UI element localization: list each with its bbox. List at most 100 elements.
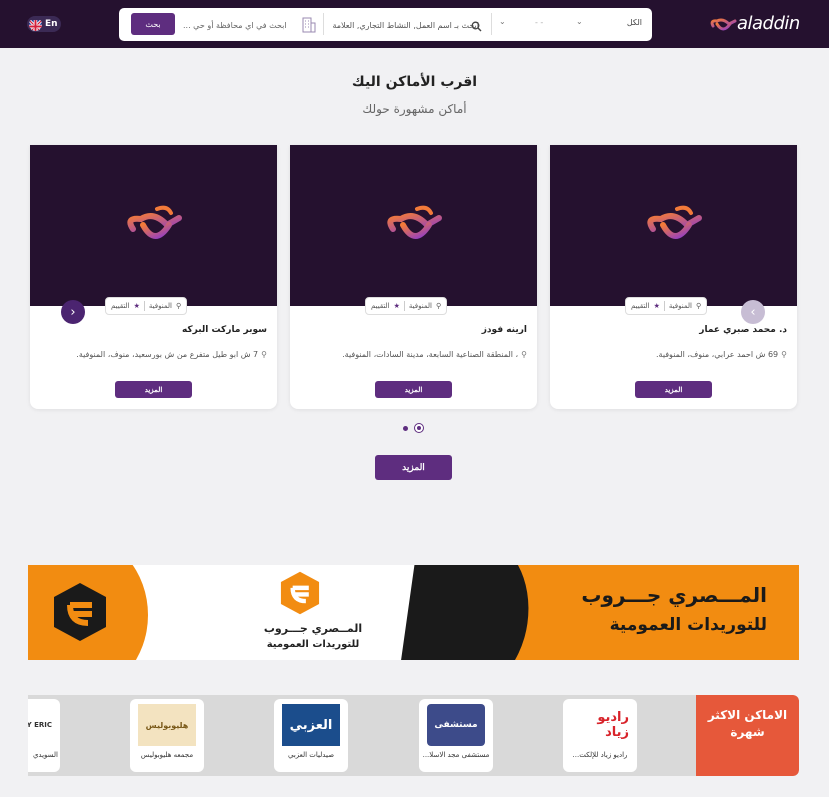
place-image [550, 145, 797, 306]
banner-shape [397, 565, 539, 660]
logo-text: EDY ERIC [28, 721, 52, 729]
card-tags: ⚲ المنوفية ★ التقييم [105, 297, 188, 315]
popular-item[interactable]: هليوبوليس مجمعه هليوبوليس [130, 699, 204, 772]
logo-text: هليوبوليس [145, 720, 189, 730]
address-text: 7 ش ابو طيل متفرع من ش بورسعيد، منوف، ال… [76, 350, 259, 359]
chevron-left-icon: › [70, 304, 76, 320]
region-tag: المنوفية [148, 302, 172, 310]
logo-text: العزبي [289, 717, 333, 733]
divider [143, 301, 145, 311]
place-name[interactable]: سوبر ماركت البركه [182, 325, 267, 335]
brand-name: aladdin [737, 13, 800, 34]
banner-subtitle: للتوريدات العمومية [609, 615, 767, 635]
popular-item-name: مستشفى مجد الاسلا... [422, 751, 490, 759]
more-button[interactable]: المزيد [375, 381, 452, 398]
popular-places-strip: الاماكن الاكثر شهرة راديو زياد راديو زيا… [28, 695, 799, 776]
carousel-dots [403, 423, 424, 433]
advertisement-banner[interactable]: المــصري جـــروب للتوريدات العمومية المـ… [28, 565, 799, 660]
place-card[interactable]: ⚲ المنوفية ★ التقييم ارينه فودز ⚲ ، المن… [290, 145, 537, 409]
popular-item-name: السويدي [32, 751, 58, 759]
section-title: اقرب الأماكن اليك [351, 74, 478, 90]
popular-item[interactable]: مستشفى مستشفى مجد الاسلا... [419, 699, 493, 772]
city-select-value: - - [535, 18, 544, 27]
banner-title: المـــصري جـــروب [581, 583, 767, 607]
more-button[interactable]: المزيد [635, 381, 712, 398]
logo-text: راديو زياد [597, 710, 629, 740]
carousel-next-button[interactable]: ‹ [741, 300, 765, 324]
top-navbar: En بحث ابحث في اي محافظة أو حي ... ابحث … [0, 0, 829, 48]
brand-logo[interactable]: aladdin [707, 10, 802, 40]
divider [403, 301, 405, 311]
banner-center-title: المــصري جـــروب [263, 622, 363, 635]
popular-item-name: راديو زياد للإلكت... [572, 751, 628, 759]
place-address: ⚲ 69 ش احمد عرابي، منوف، المنوفية. [560, 350, 787, 359]
uk-flag-icon [29, 18, 42, 31]
popular-item-name: صيدليات العزبي [287, 751, 335, 759]
pin-icon: ⚲ [261, 350, 267, 359]
section-subtitle: أماكن مشهورة حولك [362, 102, 467, 116]
place-name[interactable]: ارينه فودز [482, 325, 527, 335]
chevron-down-icon: ⌄ [576, 17, 583, 26]
card-tags: ⚲ المنوفية ★ التقييم [625, 297, 708, 315]
pin-icon: ⚲ [695, 302, 702, 310]
rating-tag: التقييم [111, 302, 130, 310]
address-text: ، المنطقة الصناعية السابعة، مدينة السادا… [342, 350, 519, 359]
lamp-logo-icon [126, 205, 182, 245]
chevron-right-icon: ‹ [750, 304, 756, 320]
pin-icon: ⚲ [521, 350, 527, 359]
pin-icon: ⚲ [175, 302, 182, 310]
e-logo-icon [278, 569, 322, 621]
divider [323, 13, 324, 35]
category-select[interactable]: ⌄ الكل [574, 14, 644, 36]
search-bar: بحث ابحث في اي محافظة أو حي ... ابحث بـ … [119, 8, 652, 41]
carousel-prev-button[interactable]: › [61, 300, 85, 324]
logo-text: مستشفى [434, 720, 478, 730]
search-icon [471, 17, 482, 36]
popular-item[interactable]: العزبي صيدليات العزبي [274, 699, 348, 772]
place-address: ⚲ 7 ش ابو طيل متفرع من ش بورسعيد، منوف، … [40, 350, 267, 359]
popular-title: الاماكن الاكثر شهرة [696, 695, 799, 776]
e-logo-icon [50, 581, 110, 647]
banner-center-subtitle: للتوريدات العمومية [266, 639, 360, 650]
star-icon: ★ [393, 302, 400, 310]
show-more-button[interactable]: المزيد [375, 455, 452, 480]
place-card[interactable]: ⚲ المنوفية ★ التقييم سوبر ماركت البركه ⚲… [30, 145, 277, 409]
keyword-search-input[interactable]: ابحث بـ اسم العمل, النشاط التجاري, العلا… [329, 14, 479, 36]
popular-item-logo: EDY ERIC [28, 704, 52, 746]
place-image [30, 145, 277, 306]
place-name[interactable]: د. محمد صبري عمار [699, 325, 787, 335]
rating-tag: التقييم [631, 302, 650, 310]
popular-item[interactable]: EDY ERIC السويدي [28, 699, 60, 772]
carousel-dot[interactable] [403, 425, 408, 431]
pin-icon: ⚲ [435, 302, 442, 310]
region-tag: المنوفية [408, 302, 432, 310]
place-image [290, 145, 537, 306]
popular-item[interactable]: راديو زياد راديو زياد للإلكت... [563, 699, 637, 772]
category-select-value: الكل [626, 18, 642, 27]
more-button[interactable]: المزيد [115, 381, 192, 398]
rating-tag: التقييم [371, 302, 390, 310]
card-tags: ⚲ المنوفية ★ التقييم [365, 297, 448, 315]
popular-item-logo: مستشفى [427, 704, 485, 746]
popular-item-name: مجمعه هليوبوليس [140, 751, 194, 759]
place-card[interactable]: ⚲ المنوفية ★ التقييم د. محمد صبري عمار ⚲… [550, 145, 797, 409]
popular-item-logo: راديو زياد [571, 704, 629, 746]
popular-item-logo: هليوبوليس [138, 704, 196, 746]
divider [491, 13, 492, 35]
search-button[interactable]: بحث [131, 13, 175, 35]
building-icon [300, 16, 318, 38]
pin-icon: ⚲ [781, 350, 787, 359]
city-select[interactable]: ⌄ - - [497, 14, 577, 36]
region-tag: المنوفية [668, 302, 692, 310]
language-switcher[interactable]: En [27, 16, 61, 32]
lamp-logo-icon [646, 205, 702, 245]
address-text: 69 ش احمد عرابي، منوف، المنوفية. [655, 350, 779, 359]
place-address: ⚲ ، المنطقة الصناعية السابعة، مدينة السا… [300, 350, 527, 359]
location-search-input[interactable]: ابحث في اي محافظة أو حي ... [183, 14, 291, 36]
chevron-down-icon: ⌄ [499, 17, 506, 26]
popular-item-logo: العزبي [282, 704, 340, 746]
star-icon: ★ [653, 302, 660, 310]
carousel-dot-active[interactable] [414, 423, 424, 433]
language-label: En [45, 19, 58, 29]
divider [663, 301, 665, 311]
